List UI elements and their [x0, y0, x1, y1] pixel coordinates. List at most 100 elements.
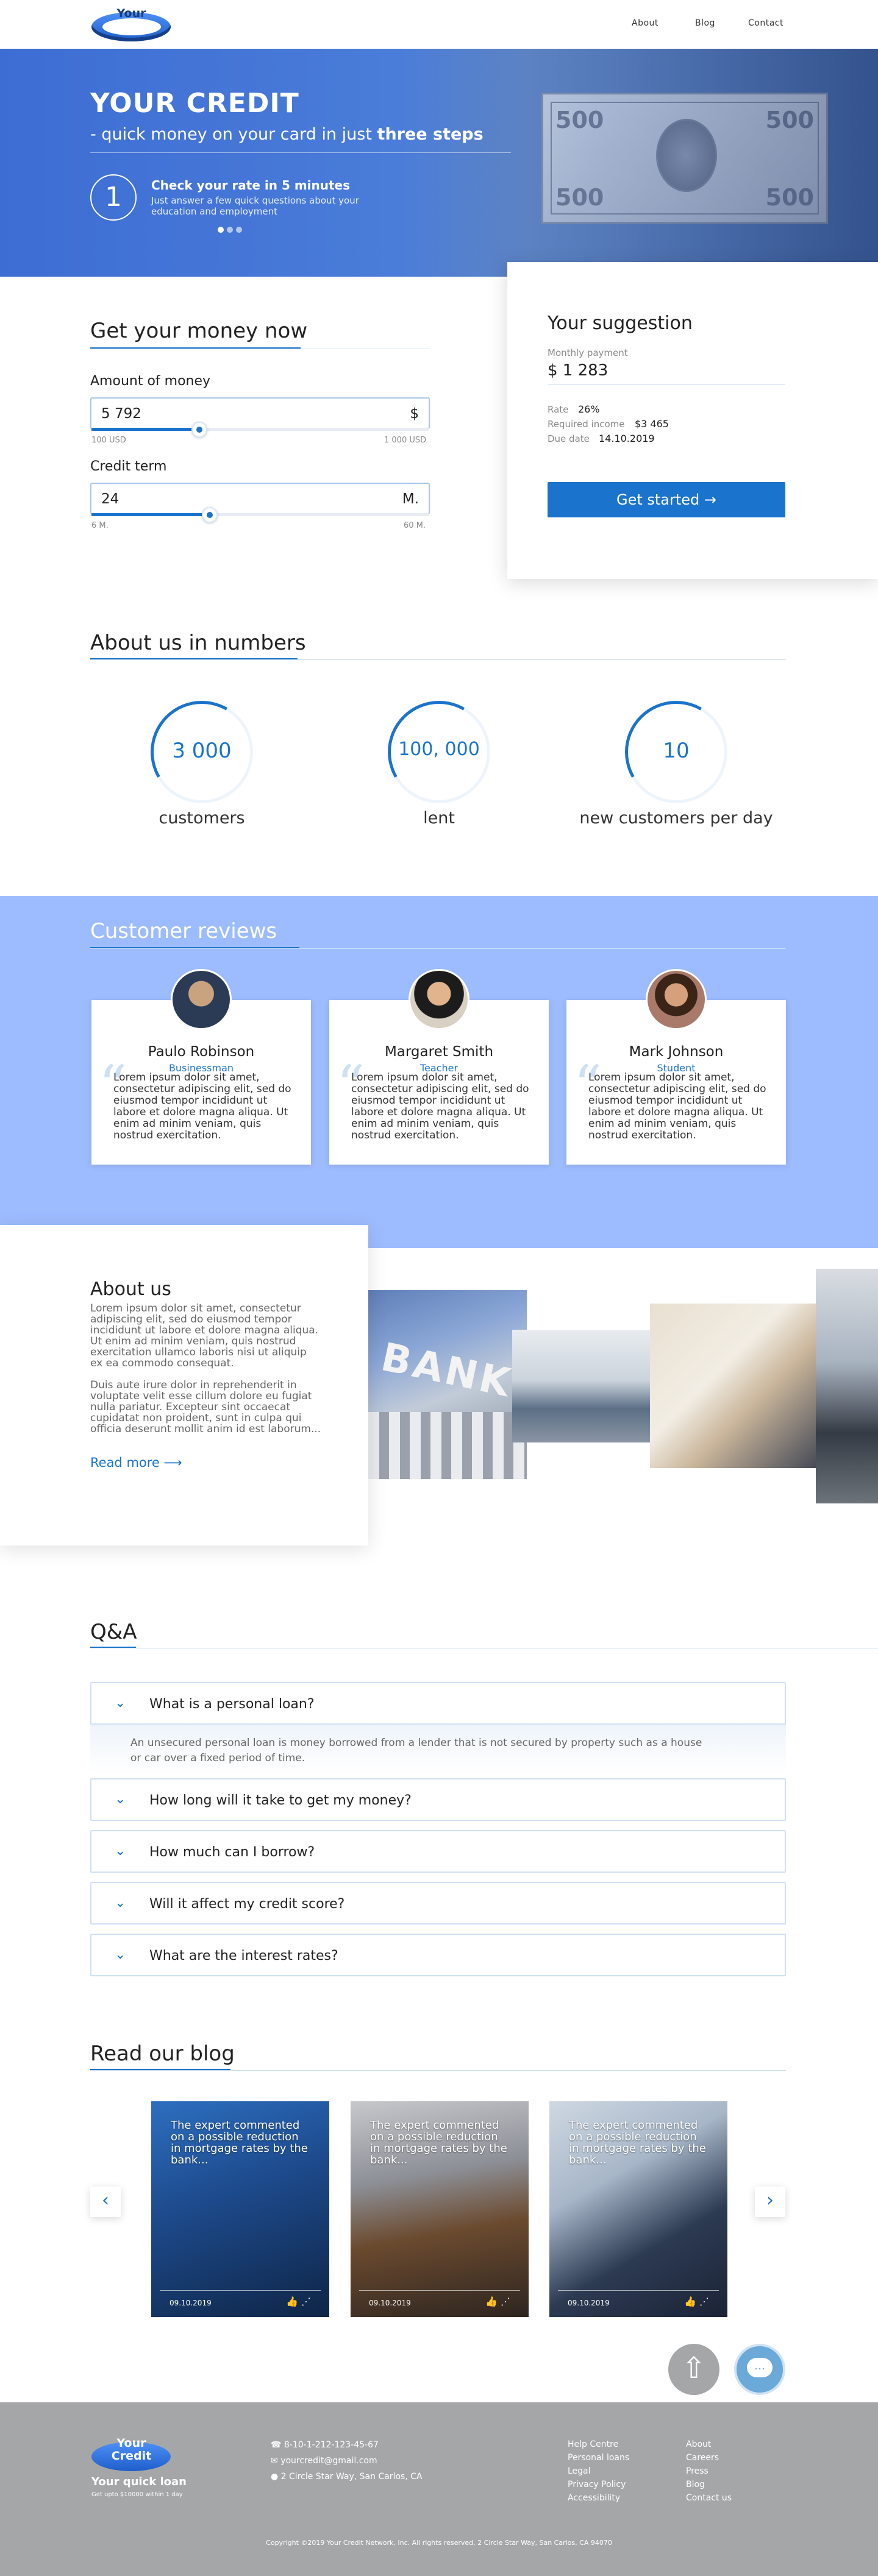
carousel-dot-active[interactable]: [218, 227, 224, 233]
avatar: [171, 969, 232, 1030]
suggestion-card: Your suggestion Monthly payment $ 1 283 …: [507, 262, 878, 579]
due-label: Due date: [548, 433, 590, 444]
footer-link[interactable]: Careers: [686, 2451, 732, 2464]
stat-ring-new-customers: 10: [625, 701, 727, 803]
avatar: [646, 969, 707, 1030]
term-slider-handle[interactable]: [202, 507, 218, 523]
thumbs-up-icon[interactable]: 👍: [286, 2296, 298, 2307]
share-icon[interactable]: ⋰: [301, 2296, 311, 2307]
numbers-rule: [90, 659, 786, 660]
footer-link[interactable]: Accessibility: [568, 2491, 629, 2505]
faq-item[interactable]: ⌄ How much can I borrow?: [90, 1830, 786, 1873]
footer-link[interactable]: Personal loans: [568, 2451, 629, 2464]
faq-question: How long will it take to get my money?: [149, 1793, 412, 1808]
logo[interactable]: Your Credit: [90, 5, 173, 41]
footer-link[interactable]: About: [686, 2438, 732, 2451]
footer-address-text: 2 Circle Star Way, San Carlos, CA: [280, 2472, 423, 2482]
bank-interior-photo: [512, 1330, 652, 1442]
thumbs-up-icon[interactable]: 👍: [485, 2296, 498, 2307]
footer-email[interactable]: ✉ yourcredit@gmail.com: [271, 2454, 377, 2468]
thumbs-up-icon[interactable]: 👍: [684, 2296, 696, 2307]
footer-link[interactable]: Legal: [568, 2464, 629, 2478]
chat-icon: …: [747, 2358, 773, 2377]
blog-post-card[interactable]: The expert commented on a possible reduc…: [351, 2101, 529, 2317]
amount-max: 1 000 USD: [384, 436, 427, 445]
blog-title: Read our blog: [90, 2042, 235, 2066]
amount-slider-fill: [91, 428, 199, 431]
post-actions: 👍 ⋰: [485, 2296, 510, 2307]
site-footer: Your Credit Your quick loan Get upto $10…: [0, 2402, 878, 2576]
post-actions: 👍 ⋰: [684, 2296, 709, 2307]
about-paragraph: Lorem ipsum dolor sit amet, consectetur …: [90, 1302, 319, 1369]
phone-icon: ☎: [271, 2440, 282, 2450]
term-input[interactable]: 24 M.: [90, 483, 430, 514]
amount-input[interactable]: 5 792 $: [90, 397, 430, 429]
footer-address: ● 2 Circle Star Way, San Carlos, CA: [271, 2470, 423, 2483]
faq-item-open[interactable]: ⌄ What is a personal loan?: [90, 1682, 786, 1725]
share-icon[interactable]: ⋰: [501, 2296, 510, 2307]
carousel-next-button[interactable]: ›: [755, 2187, 785, 2217]
faq-answer: An unsecured personal loan is money borr…: [130, 1737, 702, 1764]
footer-link[interactable]: Contact us: [686, 2491, 732, 2505]
footer-logo[interactable]: Your Credit: [90, 2435, 173, 2471]
faq-question: What is a personal loan?: [149, 1697, 315, 1712]
hero-subtitle: - quick money on your card in just three…: [90, 125, 484, 144]
faq-item[interactable]: ⌄ What are the interest rates?: [90, 1934, 786, 1976]
suggestion-title: Your suggestion: [548, 313, 693, 334]
bank-photo: BANK: [368, 1290, 527, 1479]
term-max: 60 M.: [404, 521, 426, 530]
faq-question: How much can I borrow?: [149, 1845, 315, 1860]
hero-subtitle-bold: three steps: [377, 125, 484, 144]
footer-email-text: yourcredit@gmail.com: [280, 2456, 377, 2466]
monthly-divider: [548, 384, 785, 385]
stat-value: 10: [663, 739, 690, 763]
hero-title: YOUR CREDIT: [90, 88, 299, 119]
footer-link[interactable]: Privacy Policy: [568, 2478, 629, 2491]
nav-contact[interactable]: Contact: [748, 18, 783, 28]
read-more-link[interactable]: Read more ⟶: [90, 1455, 182, 1470]
faq-item[interactable]: ⌄ Will it affect my credit score?: [90, 1882, 786, 1925]
carousel-fade: [727, 2101, 741, 2317]
calculator-title: Get your money now: [90, 319, 308, 343]
review-text: Lorem ipsum dolor sit amet, consectetur …: [351, 1071, 529, 1141]
numbers-title: About us in numbers: [90, 631, 306, 655]
post-date: 09.10.2019: [170, 2299, 212, 2307]
footer-link[interactable]: Blog: [686, 2478, 732, 2491]
footer-links-col2: About Careers Press Blog Contact us: [686, 2438, 732, 2505]
faq-question: What are the interest rates?: [149, 1948, 338, 1964]
bank-sign: BANK: [377, 1335, 516, 1407]
get-started-button[interactable]: Get started →: [548, 482, 785, 517]
carousel-dot[interactable]: [227, 227, 233, 233]
avatar: [409, 969, 469, 1030]
amount-min: 100 USD: [91, 436, 126, 445]
faq-item[interactable]: ⌄ How long will it take to get my money?: [90, 1778, 786, 1821]
footer-link[interactable]: Help Centre: [568, 2438, 629, 2451]
blog-post-card[interactable]: The expert commented on a possible reduc…: [549, 2101, 727, 2317]
term-min: 6 M.: [91, 521, 109, 530]
scroll-top-button[interactable]: ⇧: [668, 2344, 719, 2395]
logo-text-top: Your: [116, 7, 146, 20]
about-paragraph: Duis aute irure dolor in reprehenderit i…: [90, 1379, 321, 1435]
chat-button[interactable]: …: [734, 2344, 785, 2395]
review-text: Lorem ipsum dolor sit amet, consectetur …: [588, 1071, 766, 1141]
footer-phone[interactable]: ☎ 8-10-1-212-123-45-67: [271, 2438, 379, 2452]
rate-value: 26%: [578, 403, 600, 415]
amount-label: Amount of money: [90, 374, 211, 389]
carousel-dot[interactable]: [236, 227, 242, 233]
stat-caption: customers: [159, 809, 245, 828]
nav-about[interactable]: About: [632, 18, 659, 28]
blog-post-card[interactable]: The expert commented on a possible reduc…: [151, 2101, 329, 2317]
review-text: Lorem ipsum dolor sit amet, consectetur …: [113, 1071, 291, 1141]
site-header: Your Credit About Blog Contact: [0, 0, 878, 49]
blog-rule: [90, 2070, 786, 2071]
share-icon[interactable]: ⋰: [699, 2296, 709, 2307]
carousel-prev-button[interactable]: ‹: [90, 2187, 121, 2217]
reviewer-name: Mark Johnson: [629, 1044, 724, 1060]
amount-slider-handle[interactable]: [191, 422, 207, 438]
footer-link[interactable]: Press: [686, 2464, 732, 2478]
faq-answer-panel: An unsecured personal loan is money borr…: [90, 1725, 786, 1773]
post-actions: 👍 ⋰: [286, 2296, 311, 2307]
reviews-section: Customer reviews “ Paulo Robinson Busine…: [0, 896, 878, 1248]
post-date: 09.10.2019: [568, 2299, 610, 2307]
nav-blog[interactable]: Blog: [695, 18, 715, 28]
